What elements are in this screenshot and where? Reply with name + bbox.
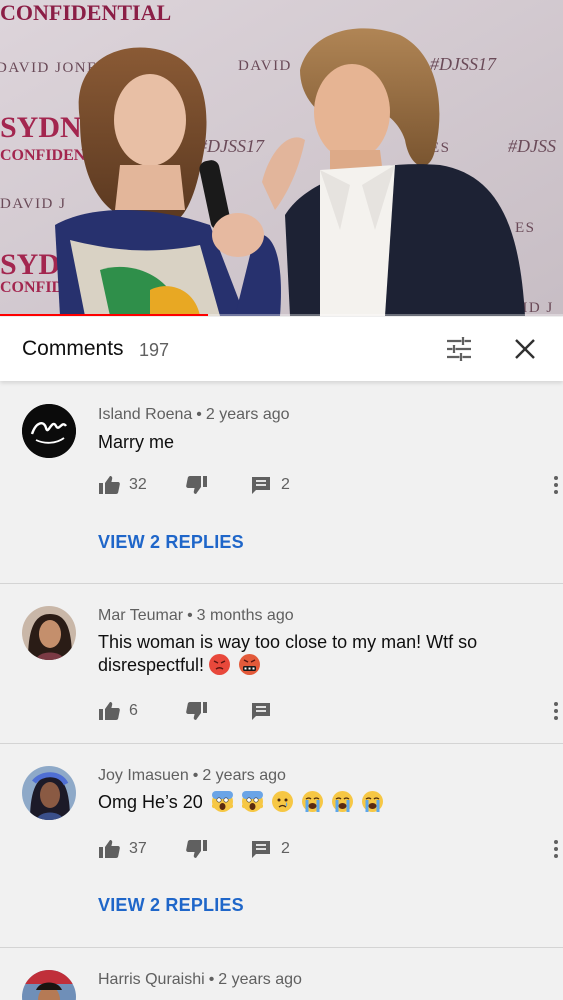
thumbs-down-icon <box>186 702 207 720</box>
view-replies-button[interactable]: VIEW 2 REPLIES <box>98 895 244 916</box>
comment-time: 2 years ago <box>205 406 290 423</box>
close-comments-button[interactable] <box>510 334 540 364</box>
comment-time: 2 years ago <box>202 767 286 784</box>
avatar[interactable] <box>22 766 76 820</box>
like-count: 6 <box>129 702 138 719</box>
comment-actions: 6 <box>98 698 558 724</box>
like-button[interactable]: 32 <box>98 472 147 498</box>
like-button[interactable]: 37 <box>98 836 147 862</box>
pouting-face-emoji <box>209 654 231 675</box>
like-count: 37 <box>129 840 147 857</box>
thumbs-up-icon <box>99 476 120 494</box>
dislike-button[interactable] <box>186 836 208 862</box>
video-progress-fill <box>0 314 209 316</box>
comment-time: 3 months ago <box>196 607 294 624</box>
avatar[interactable] <box>22 606 76 660</box>
thumbs-up-icon <box>99 702 120 720</box>
video-player[interactable]: CONFIDENTIAL DAVID JONES DAVID #DJSS17 S… <box>0 0 563 316</box>
sort-comments-button[interactable] <box>444 334 474 364</box>
avatar[interactable] <box>22 970 76 1000</box>
backdrop-text: #DJSS17 <box>198 136 265 156</box>
profile-photo-icon <box>22 970 76 1000</box>
comment-text: Omg He’s 20 <box>98 791 528 814</box>
thumbs-down-icon <box>186 476 207 494</box>
comments-header: Comments 197 <box>0 317 563 381</box>
comment-author[interactable]: Mar Teumar <box>98 607 183 624</box>
reply-button[interactable]: 2 <box>250 836 290 862</box>
backdrop-text: ES <box>515 220 536 236</box>
more-options-button[interactable] <box>546 698 563 724</box>
reply-button[interactable] <box>250 698 272 724</box>
comments-title: Comments <box>22 337 124 360</box>
avatar[interactable] <box>22 404 76 458</box>
loudly-crying-face-emoji <box>361 791 383 812</box>
reply-count: 2 <box>281 840 290 857</box>
screaming-face-emoji <box>241 791 263 812</box>
comment-author[interactable]: Harris Quraishi <box>98 971 205 988</box>
backdrop-text: #DJSS17 <box>430 54 497 74</box>
more-options-button[interactable] <box>546 472 563 498</box>
divider <box>0 743 563 744</box>
profile-photo-icon <box>22 606 76 660</box>
view-replies-button[interactable]: VIEW 2 REPLIES <box>98 532 244 553</box>
comment-meta: Harris Quraishi • 2 years ago <box>98 971 302 988</box>
dislike-button[interactable] <box>186 698 208 724</box>
thumbs-down-icon <box>186 840 207 858</box>
divider <box>0 583 563 584</box>
comment-text: This woman is way too close to my man! W… <box>98 631 528 677</box>
close-icon <box>515 339 535 359</box>
backdrop-text: CONFIDENTIAL <box>0 0 171 25</box>
face-with-symbols-emoji <box>239 654 261 675</box>
divider <box>0 947 563 948</box>
screaming-face-emoji <box>211 791 233 812</box>
comment-meta: Mar Teumar • 3 months ago <box>98 607 294 624</box>
more-options-button[interactable] <box>546 836 563 862</box>
backdrop-text: DAVID J <box>0 196 66 212</box>
loudly-crying-face-emoji <box>331 791 353 812</box>
comment-actions: 32 2 <box>98 472 558 498</box>
video-progress-bar[interactable] <box>0 314 563 316</box>
comment-time: 2 years ago <box>218 971 302 988</box>
comment-actions: 37 2 <box>98 836 558 862</box>
comment-author[interactable]: Joy Imasuen <box>98 767 189 784</box>
comment-meta: Island Roena • 2 years ago <box>98 406 290 423</box>
jiggy-logo-icon <box>22 404 76 458</box>
loudly-crying-face-emoji <box>301 791 323 812</box>
comment-icon <box>252 841 270 858</box>
like-button[interactable]: 6 <box>98 698 138 724</box>
thumbs-up-icon <box>99 840 120 858</box>
comment-meta: Joy Imasuen • 2 years ago <box>98 767 286 784</box>
tune-icon <box>447 337 471 361</box>
comments-count: 197 <box>139 340 170 360</box>
comment-text-content: Omg He’s 20 <box>98 792 203 812</box>
video-frame: CONFIDENTIAL DAVID JONES DAVID #DJSS17 S… <box>0 0 563 316</box>
comment-text: Marry me <box>98 432 174 452</box>
comment-icon <box>252 703 270 720</box>
comment-icon <box>252 477 270 494</box>
like-count: 32 <box>129 476 147 493</box>
comment-author[interactable]: Island Roena <box>98 406 192 423</box>
profile-photo-icon <box>22 766 76 820</box>
reply-count: 2 <box>281 476 290 493</box>
reply-button[interactable]: 2 <box>250 472 290 498</box>
backdrop-text: #DJSS <box>508 136 556 156</box>
crying-face-emoji <box>271 791 293 812</box>
comment-text-content: This woman is way too close to my man! W… <box>98 632 478 675</box>
backdrop-text: DAVID <box>238 58 292 74</box>
backdrop-text: CONFID <box>0 279 63 296</box>
dislike-button[interactable] <box>186 472 208 498</box>
